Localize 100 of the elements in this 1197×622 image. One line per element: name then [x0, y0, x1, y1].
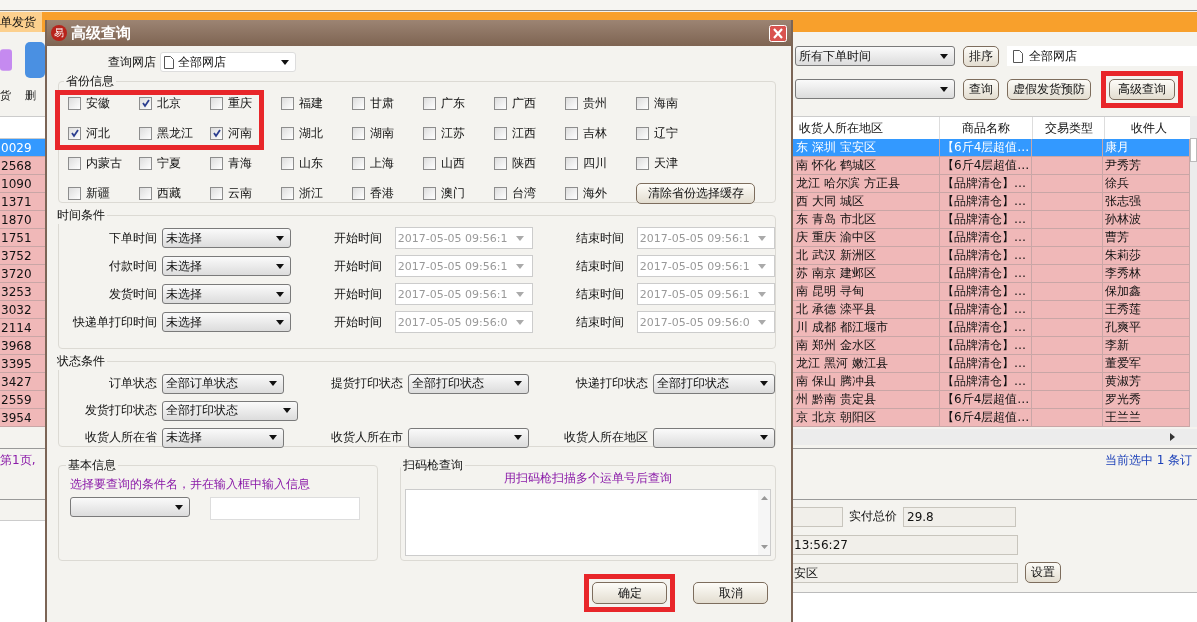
- checkbox[interactable]: [494, 126, 507, 140]
- caret-icon: [281, 59, 289, 65]
- total-field[interactable]: 29.8: [903, 506, 1016, 527]
- checkbox[interactable]: [68, 156, 81, 170]
- field-label: 收货人所在市: [329, 429, 403, 446]
- checkbox[interactable]: [565, 186, 578, 200]
- toolbar-icon[interactable]: [25, 42, 45, 78]
- arrow-icon[interactable]: [760, 496, 768, 500]
- checkbox-label: 江西: [512, 124, 536, 142]
- time-field[interactable]: 13:56:27: [790, 534, 1018, 555]
- checkbox[interactable]: [494, 96, 507, 110]
- table-cell: 【品牌清仓】…: [940, 211, 1032, 229]
- table-cell: 东 青岛 市北区: [793, 211, 940, 229]
- toolbar-button[interactable]: 高级查询: [1109, 78, 1175, 100]
- detail-field[interactable]: [790, 506, 843, 527]
- checkbox[interactable]: [139, 96, 152, 110]
- time-filter-dropdown[interactable]: 所有下单时间: [795, 46, 955, 66]
- address-field[interactable]: 安区: [790, 562, 1018, 583]
- checkbox[interactable]: [68, 126, 81, 140]
- table-cell: 3253: [0, 283, 45, 301]
- clear-button[interactable]: 清除省份选择缓存: [636, 182, 755, 204]
- toolbar-button[interactable]: 虚假发货预防: [1007, 78, 1091, 100]
- checkbox[interactable]: [352, 96, 365, 110]
- checkbox[interactable]: [565, 156, 578, 170]
- checkbox[interactable]: [68, 186, 81, 200]
- filter-dropdown[interactable]: [795, 79, 955, 99]
- checkbox[interactable]: [281, 126, 294, 140]
- checkbox[interactable]: [210, 186, 223, 200]
- table-cell: 李秀林: [1103, 265, 1190, 283]
- field-label: 下单时间: [108, 229, 157, 247]
- checkbox[interactable]: [565, 96, 578, 110]
- document-icon: [164, 55, 174, 69]
- checkbox[interactable]: [636, 126, 649, 140]
- table-cell: 庆 重庆 渝中区: [793, 229, 940, 247]
- dropdown[interactable]: 全部订单状态: [162, 373, 284, 394]
- condition-dropdown[interactable]: [70, 497, 190, 517]
- checkbox[interactable]: [139, 156, 152, 170]
- checkbox[interactable]: [636, 156, 649, 170]
- checkbox[interactable]: [423, 96, 436, 110]
- input-field[interactable]: [210, 497, 360, 520]
- dialog-button[interactable]: 确定: [592, 582, 667, 604]
- dropdown[interactable]: 全部打印状态: [407, 373, 530, 394]
- dropdown[interactable]: 全部打印状态: [162, 400, 298, 421]
- table-cell: 1870: [0, 211, 45, 229]
- checkbox[interactable]: [281, 156, 294, 170]
- close-icon[interactable]: [769, 24, 787, 42]
- table-cell: 孔爽平: [1103, 319, 1190, 337]
- store-dropdown[interactable]: 全部网店: [1007, 46, 1197, 66]
- caret-icon: [175, 504, 183, 510]
- dialog-button[interactable]: 取消: [693, 582, 768, 604]
- checkbox[interactable]: [352, 126, 365, 140]
- caret-icon: [275, 263, 284, 269]
- scrollbar[interactable]: [1190, 116, 1197, 427]
- tab[interactable]: 单发货: [0, 12, 42, 32]
- dropdown[interactable]: [407, 427, 530, 448]
- checkbox[interactable]: [352, 186, 365, 200]
- arrow-icon[interactable]: [760, 545, 768, 549]
- store-dropdown[interactable]: 全部网店: [160, 52, 296, 72]
- dropdown[interactable]: 全部打印状态: [653, 373, 775, 394]
- table-cell: 1090: [0, 175, 45, 193]
- checkbox[interactable]: [281, 96, 294, 110]
- table-cell: [1032, 193, 1103, 211]
- checkbox[interactable]: [423, 186, 436, 200]
- table-cell: [1032, 301, 1103, 319]
- toolbar-button[interactable]: 查询: [963, 78, 999, 100]
- checkbox[interactable]: [565, 126, 578, 140]
- checkbox[interactable]: [352, 156, 365, 170]
- table-cell: 南 昆明 寻甸: [793, 283, 940, 301]
- checkbox-label: 河南: [228, 124, 252, 142]
- checkbox[interactable]: [423, 126, 436, 140]
- checkbox[interactable]: [139, 186, 152, 200]
- dropdown[interactable]: 未选择: [162, 427, 284, 448]
- checkbox[interactable]: [210, 156, 223, 170]
- settings-button[interactable]: 设置: [1025, 562, 1061, 583]
- caret-icon: [760, 435, 768, 440]
- checkbox[interactable]: [494, 186, 507, 200]
- checkbox[interactable]: [210, 126, 223, 140]
- table-cell: 北 武汉 新洲区: [793, 247, 940, 265]
- checkbox[interactable]: [139, 126, 152, 140]
- checkbox[interactable]: [210, 96, 223, 110]
- checkbox[interactable]: [281, 186, 294, 200]
- text-area[interactable]: [405, 489, 771, 556]
- table-cell: 南 郑州 金水区: [793, 337, 940, 355]
- field-label: 发货时间: [108, 285, 157, 303]
- scrollbar[interactable]: [790, 429, 1197, 445]
- checkbox[interactable]: [68, 96, 81, 110]
- table-cell: 保加鑫: [1103, 283, 1190, 301]
- caret-icon: [940, 53, 948, 59]
- sort-button[interactable]: 排序: [963, 45, 999, 67]
- caret-icon: [275, 291, 284, 297]
- table-cell: 3954: [0, 409, 45, 427]
- checkbox[interactable]: [494, 156, 507, 170]
- dropdown[interactable]: [653, 427, 775, 448]
- checkbox[interactable]: [423, 156, 436, 170]
- table-cell: 【品牌清仓】…: [940, 337, 1032, 355]
- checkbox-label: 贵州: [583, 94, 607, 112]
- checkbox[interactable]: [636, 96, 649, 110]
- table-cell: 西 大同 城区: [793, 193, 940, 211]
- group-title: 时间条件: [56, 207, 106, 224]
- scrollbar[interactable]: [758, 490, 770, 555]
